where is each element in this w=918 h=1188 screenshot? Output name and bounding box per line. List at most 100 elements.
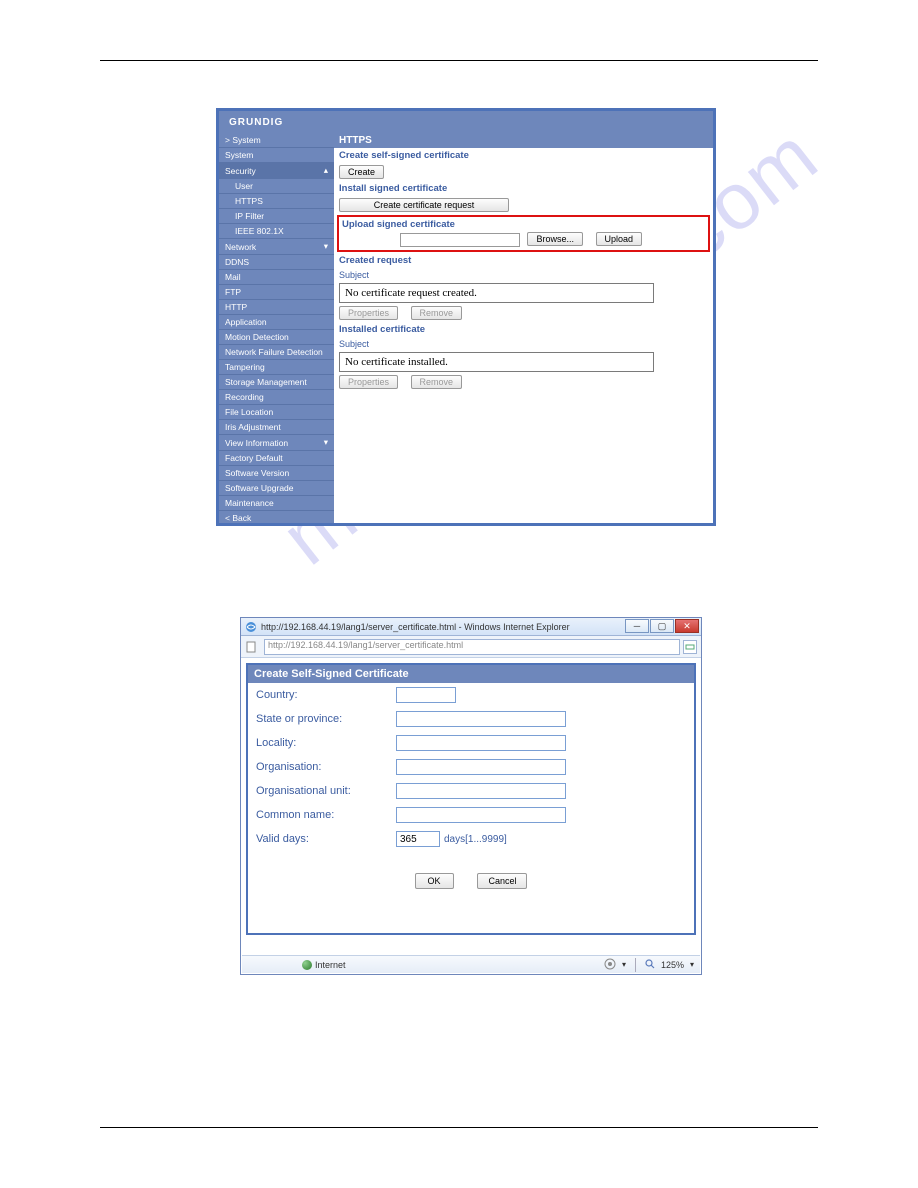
sidebar-item-file-location[interactable]: File Location — [219, 405, 334, 420]
sidebar-item-label: Security — [225, 166, 256, 176]
status-left: Internet — [242, 960, 604, 970]
sidebar-item-user[interactable]: User — [219, 179, 334, 194]
cancel-button[interactable]: Cancel — [477, 873, 527, 889]
address-input[interactable]: http://192.168.44.19/lang1/server_certif… — [264, 639, 680, 655]
locality-label: Locality: — [256, 737, 396, 749]
status-bar: Internet ▾ 125% ▾ — [242, 955, 700, 973]
app-header: GRUNDIG — [219, 111, 713, 133]
upload-path-field[interactable] — [400, 233, 520, 247]
remove-button-1[interactable]: Remove — [411, 306, 463, 320]
protected-mode-icon[interactable] — [604, 958, 616, 972]
create-button[interactable]: Create — [339, 165, 384, 179]
status-internet: Internet — [315, 960, 346, 970]
sidebar-item-maintenance[interactable]: Maintenance — [219, 496, 334, 511]
org-field[interactable] — [396, 759, 566, 775]
sidebar-item-mail[interactable]: Mail — [219, 270, 334, 285]
main-panel: HTTPS Create self-signed certificate Cre… — [334, 133, 713, 523]
sidebar-breadcrumb[interactable]: > System — [219, 133, 334, 148]
screenshot-ie-dialog: http://192.168.44.19/lang1/server_certif… — [240, 617, 702, 975]
address-bar: http://192.168.44.19/lang1/server_certif… — [241, 636, 701, 658]
remove-button-2[interactable]: Remove — [411, 375, 463, 389]
sidebar-item-https[interactable]: HTTPS — [219, 194, 334, 209]
upload-button[interactable]: Upload — [596, 232, 643, 246]
sidebar-item-factory-default[interactable]: Factory Default — [219, 451, 334, 466]
sidebar-item-application[interactable]: Application — [219, 315, 334, 330]
page-border-bottom — [100, 1127, 818, 1128]
chevron-down-icon: ▾ — [324, 437, 328, 448]
row-valid: Valid days: days[1...9999] — [248, 827, 694, 851]
window-titlebar: http://192.168.44.19/lang1/server_certif… — [241, 618, 701, 636]
dialog-title: Create Self-Signed Certificate — [248, 665, 694, 683]
sidebar-item-label: View Information — [225, 438, 288, 448]
row-orgunit: Organisational unit: — [248, 779, 694, 803]
orgunit-field[interactable] — [396, 783, 566, 799]
sidebar-item-security[interactable]: Security ▴ — [219, 163, 334, 179]
logo: GRUNDIG — [229, 117, 283, 128]
sidebar-item-sw-upgrade[interactable]: Software Upgrade — [219, 481, 334, 496]
sidebar-item-system[interactable]: System — [219, 148, 334, 163]
state-label: State or province: — [256, 713, 396, 725]
sidebar-item-view-info[interactable]: View Information ▾ — [219, 435, 334, 451]
sidebar-item-ftp[interactable]: FTP — [219, 285, 334, 300]
sidebar-item-tampering[interactable]: Tampering — [219, 360, 334, 375]
upload-signed-label: Upload signed certificate — [342, 219, 705, 230]
org-label: Organisation: — [256, 761, 396, 773]
chevron-up-icon: ▴ — [324, 165, 328, 176]
row-locality: Locality: — [248, 731, 694, 755]
app-body: > System System Security ▴ User HTTPS IP … — [219, 133, 713, 523]
sidebar-item-ieee8021x[interactable]: IEEE 802.1X — [219, 224, 334, 239]
page-icon — [245, 641, 257, 653]
chevron-down-icon: ▾ — [324, 241, 328, 252]
row-state: State or province: — [248, 707, 694, 731]
subject-label-1: Subject — [334, 268, 713, 282]
sidebar-item-ddns[interactable]: DDNS — [219, 255, 334, 270]
zoom-dropdown-icon[interactable]: ▾ — [690, 960, 694, 969]
subject-value-2: No certificate installed. — [339, 352, 654, 372]
separator — [635, 958, 636, 972]
sidebar-item-http[interactable]: HTTP — [219, 300, 334, 315]
create-self-signed-label: Create self-signed certificate — [334, 148, 713, 163]
browse-button[interactable]: Browse... — [527, 232, 583, 246]
valid-field[interactable] — [396, 831, 440, 847]
subject-value-1: No certificate request created. — [339, 283, 654, 303]
sidebar-item-back[interactable]: < Back — [219, 511, 334, 523]
sidebar-item-network[interactable]: Network▾ — [219, 239, 334, 255]
sidebar-item-motion-detection[interactable]: Motion Detection — [219, 330, 334, 345]
sidebar-item-storage[interactable]: Storage Management — [219, 375, 334, 390]
minimize-button[interactable]: ─ — [625, 619, 649, 633]
ok-button[interactable]: OK — [415, 873, 454, 889]
install-signed-label: Install signed certificate — [334, 181, 713, 196]
common-field[interactable] — [396, 807, 566, 823]
dialog-content: Create Self-Signed Certificate Country: … — [246, 663, 696, 935]
properties-button-1[interactable]: Properties — [339, 306, 398, 320]
create-cert-request-button[interactable]: Create certificate request — [339, 198, 509, 212]
created-request-label: Created request — [334, 253, 713, 268]
sidebar-item-nfd[interactable]: Network Failure Detection — [219, 345, 334, 360]
zoom-value: 125% — [661, 960, 684, 970]
window-buttons: ─ ▢ ✕ — [625, 619, 699, 633]
sidebar-item-label: System — [225, 150, 253, 160]
sidebar-item-iris[interactable]: Iris Adjustment — [219, 420, 334, 435]
close-button[interactable]: ✕ — [675, 619, 699, 633]
days-hint: days[1...9999] — [444, 834, 507, 845]
maximize-button[interactable]: ▢ — [650, 619, 674, 633]
zoom-icon[interactable] — [645, 959, 655, 971]
locality-field[interactable] — [396, 735, 566, 751]
sidebar-item-recording[interactable]: Recording — [219, 390, 334, 405]
country-field[interactable] — [396, 687, 456, 703]
orgunit-label: Organisational unit: — [256, 785, 396, 797]
sidebar: > System System Security ▴ User HTTPS IP … — [219, 133, 334, 523]
page-title: HTTPS — [334, 133, 713, 148]
state-field[interactable] — [396, 711, 566, 727]
status-right: ▾ 125% ▾ — [604, 958, 700, 972]
compat-icon[interactable] — [683, 640, 697, 654]
installed-cert-label: Installed certificate — [334, 322, 713, 337]
properties-button-2[interactable]: Properties — [339, 375, 398, 389]
valid-label: Valid days: — [256, 833, 396, 845]
subject-label-2: Subject — [334, 337, 713, 351]
dropdown-icon[interactable]: ▾ — [622, 960, 626, 969]
ie-icon — [245, 621, 257, 633]
button-row: OK Cancel — [248, 871, 694, 891]
sidebar-item-ipfilter[interactable]: IP Filter — [219, 209, 334, 224]
sidebar-item-sw-version[interactable]: Software Version — [219, 466, 334, 481]
